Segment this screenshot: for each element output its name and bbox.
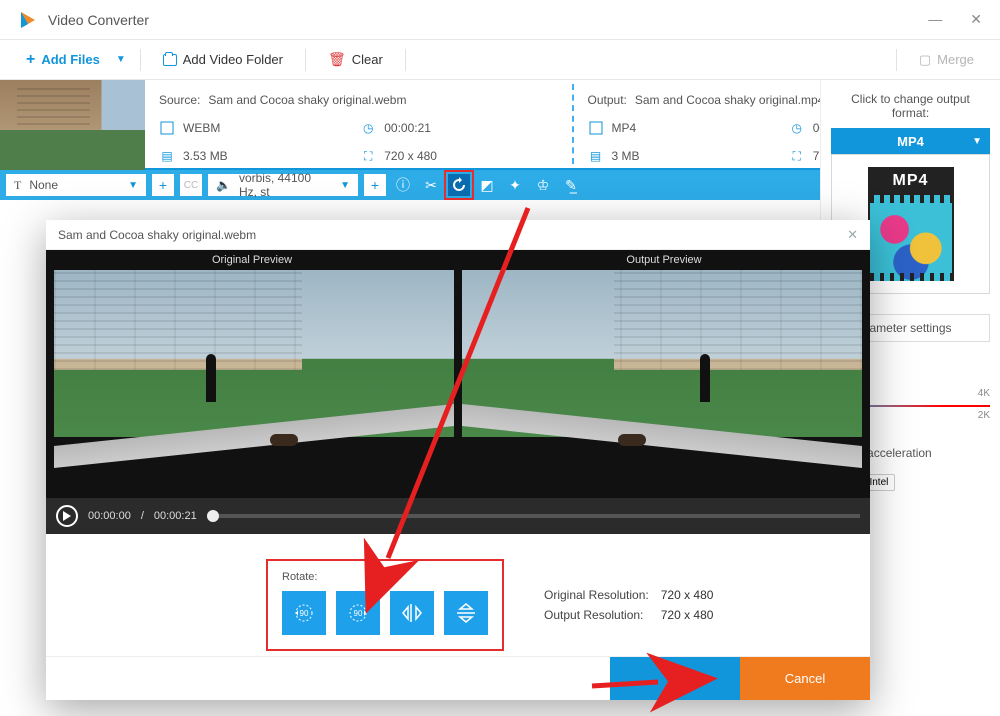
add-video-folder-button[interactable]: Add Video Folder bbox=[155, 46, 291, 73]
clock-icon: ◷ bbox=[360, 120, 376, 136]
orig-res-value: 720 x 480 bbox=[661, 588, 714, 602]
trash-icon: 🗑 bbox=[328, 51, 346, 68]
chevron-down-icon: ▼ bbox=[972, 136, 982, 147]
file-icon: ▤ bbox=[588, 148, 604, 164]
cancel-button[interactable]: Cancel bbox=[740, 657, 870, 700]
svg-text:90: 90 bbox=[354, 609, 363, 618]
separator bbox=[140, 49, 141, 71]
play-total-time: 00:00:21 bbox=[154, 510, 197, 522]
dimensions-icon: ⛶ bbox=[789, 148, 805, 164]
rotate-90-cw-button[interactable]: 90 bbox=[336, 591, 380, 635]
audio-select[interactable]: 🔈 vorbis, 44100 Hz, st ▼ bbox=[208, 174, 358, 196]
output-preview bbox=[462, 270, 862, 492]
original-preview-label: Original Preview bbox=[46, 250, 458, 270]
output-preview-label: Output Preview bbox=[458, 250, 870, 270]
play-current-time: 00:00:00 bbox=[88, 510, 131, 522]
play-button-icon[interactable] bbox=[56, 505, 78, 527]
output-size: 3 MB bbox=[612, 149, 640, 163]
playback-bar: 00:00:00 / 00:00:21 bbox=[46, 498, 870, 534]
rotate-tool-icon[interactable] bbox=[448, 174, 470, 196]
clock-icon: ◷ bbox=[789, 120, 805, 136]
rotate-editor-modal: Sam and Cocoa shaky original.webm ✕ Orig… bbox=[46, 220, 870, 700]
modal-titlebar: Sam and Cocoa shaky original.webm ✕ bbox=[46, 220, 870, 250]
merge-button[interactable]: ▢ Merge bbox=[911, 46, 982, 74]
film-icon bbox=[588, 120, 604, 136]
video-thumbnail[interactable] bbox=[0, 80, 145, 170]
rotate-90-ccw-button[interactable]: 90 bbox=[282, 591, 326, 635]
source-resolution: 720 x 480 bbox=[384, 149, 437, 163]
rotate-label: Rotate: bbox=[282, 571, 488, 583]
source-format: WEBM bbox=[183, 121, 220, 135]
app-logo bbox=[18, 10, 38, 30]
original-preview bbox=[54, 270, 454, 492]
add-text-button[interactable]: + bbox=[152, 174, 174, 196]
dimensions-icon: ⛶ bbox=[360, 148, 376, 164]
merge-icon: ▢ bbox=[919, 52, 931, 68]
rotate-panel: Rotate: 90 90 Original Resolution: 720 x… bbox=[46, 534, 870, 656]
resolution-info: Original Resolution: 720 x 480 Output Re… bbox=[544, 588, 713, 622]
titlebar: Video Converter — ✕ bbox=[0, 0, 1000, 40]
main-toolbar: + Add Files ▼ Add Video Folder 🗑 Clear ▢… bbox=[0, 40, 1000, 80]
text-overlay-select[interactable]: T None ▼ bbox=[6, 174, 146, 196]
folder-icon bbox=[163, 54, 177, 66]
trim-tool-icon[interactable]: ✂ bbox=[420, 174, 442, 196]
output-format: MP4 bbox=[612, 121, 637, 135]
filmstrip-icon bbox=[868, 195, 954, 281]
flip-vertical-button[interactable] bbox=[444, 591, 488, 635]
out-res-label: Output Resolution: bbox=[544, 608, 649, 622]
output-filename: Sam and Cocoa shaky original.mp4 bbox=[635, 93, 824, 107]
cc-button[interactable]: CC bbox=[180, 174, 202, 196]
rotate-controls-highlight: Rotate: 90 90 bbox=[266, 559, 504, 651]
source-duration: 00:00:21 bbox=[384, 121, 431, 135]
separator bbox=[305, 49, 306, 71]
svg-text:90: 90 bbox=[300, 609, 309, 618]
separator bbox=[896, 49, 897, 71]
plus-icon: + bbox=[26, 52, 35, 68]
preview-header: Original Preview Output Preview bbox=[46, 250, 870, 270]
info-tool-icon[interactable]: ⓘ bbox=[392, 174, 414, 196]
output-label: Output: bbox=[588, 93, 627, 107]
add-files-caret-icon[interactable]: ▼ bbox=[116, 54, 126, 65]
source-size: 3.53 MB bbox=[183, 149, 228, 163]
film-icon bbox=[159, 120, 175, 136]
sidebar-hint: Click to change output format: bbox=[831, 92, 990, 120]
app-title: Video Converter bbox=[48, 12, 149, 28]
window-minimize-icon[interactable]: — bbox=[928, 11, 942, 28]
preview-area bbox=[46, 270, 870, 498]
speaker-icon: 🔈 bbox=[216, 178, 231, 192]
subtitle-tool-icon[interactable]: ✎̲ bbox=[560, 174, 582, 196]
flip-horizontal-button[interactable] bbox=[390, 591, 434, 635]
source-info-column: Source: Sam and Cocoa shaky original.web… bbox=[145, 80, 572, 168]
source-label: Source: bbox=[159, 93, 200, 107]
seek-slider[interactable] bbox=[207, 514, 860, 518]
chevron-down-icon: ▼ bbox=[340, 180, 350, 191]
modal-close-icon[interactable]: ✕ bbox=[847, 227, 858, 243]
add-files-button[interactable]: + Add Files bbox=[18, 46, 108, 74]
modal-footer: Ok Cancel bbox=[46, 656, 870, 700]
text-icon: T bbox=[14, 178, 21, 193]
clear-button[interactable]: 🗑 Clear bbox=[320, 45, 391, 74]
chevron-down-icon: ▼ bbox=[128, 180, 138, 191]
output-format-dropdown[interactable]: MP4 ▼ bbox=[831, 128, 990, 154]
file-icon: ▤ bbox=[159, 148, 175, 164]
modal-title: Sam and Cocoa shaky original.webm bbox=[58, 228, 256, 242]
crop-tool-icon[interactable]: ◩ bbox=[476, 174, 498, 196]
add-audio-button[interactable]: + bbox=[364, 174, 386, 196]
source-filename: Sam and Cocoa shaky original.webm bbox=[208, 93, 406, 107]
effects-tool-icon[interactable]: ✦ bbox=[504, 174, 526, 196]
orig-res-label: Original Resolution: bbox=[544, 588, 649, 602]
format-badge: MP4 bbox=[868, 167, 954, 195]
window-close-icon[interactable]: ✕ bbox=[970, 11, 982, 28]
separator bbox=[405, 49, 406, 71]
out-res-value: 720 x 480 bbox=[661, 608, 714, 622]
ok-button[interactable]: Ok bbox=[610, 657, 740, 700]
watermark-tool-icon[interactable]: ♔ bbox=[532, 174, 554, 196]
